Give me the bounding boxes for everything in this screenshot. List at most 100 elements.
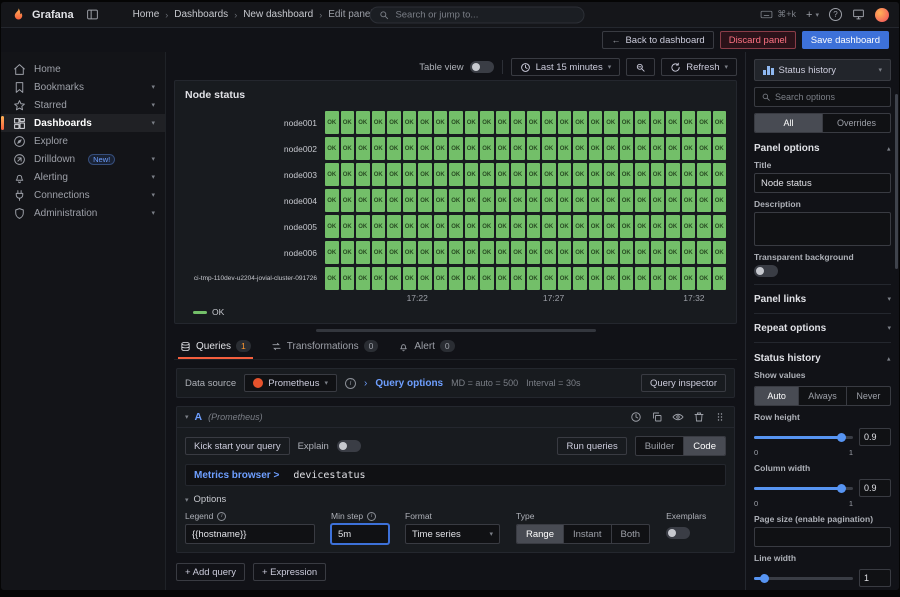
status-cell[interactable]: OK [511, 137, 525, 160]
trash-icon[interactable] [693, 411, 705, 423]
status-cell[interactable]: OK [403, 111, 417, 134]
status-cell[interactable]: OK [387, 189, 401, 212]
status-cell[interactable]: OK [403, 215, 417, 238]
status-cell[interactable]: OK [666, 137, 680, 160]
status-cell[interactable]: OK [527, 241, 541, 264]
refresh-button[interactable]: Refresh ▾ [661, 58, 737, 76]
format-select[interactable]: Time series▾ [405, 524, 500, 544]
status-cell[interactable]: OK [651, 137, 665, 160]
status-cell[interactable]: OK [635, 215, 649, 238]
user-avatar[interactable] [875, 8, 889, 22]
type-instant-button[interactable]: Instant [564, 525, 612, 543]
status-cell[interactable]: OK [387, 241, 401, 264]
status-cell[interactable]: OK [542, 189, 556, 212]
status-cell[interactable]: OK [651, 241, 665, 264]
status-cell[interactable]: OK [496, 111, 510, 134]
status-cell[interactable]: OK [356, 267, 370, 290]
status-cell[interactable]: OK [666, 163, 680, 186]
status-cell[interactable]: OK [666, 267, 680, 290]
status-cell[interactable]: OK [697, 189, 711, 212]
status-cell[interactable]: OK [511, 189, 525, 212]
status-cell[interactable]: OK [449, 163, 463, 186]
status-cell[interactable]: OK [682, 215, 696, 238]
status-cell[interactable]: OK [558, 215, 572, 238]
status-cell[interactable]: OK [573, 163, 587, 186]
datasource-select[interactable]: Prometheus ▾ [244, 374, 337, 392]
status-cell[interactable]: OK [434, 111, 448, 134]
status-cell[interactable]: OK [589, 111, 603, 134]
status-cell[interactable]: OK [325, 189, 339, 212]
legend-label[interactable]: OK [212, 307, 224, 317]
status-cell[interactable]: OK [697, 163, 711, 186]
status-cell[interactable]: OK [325, 111, 339, 134]
status-cell[interactable]: OK [651, 267, 665, 290]
back-to-dashboard-button[interactable]: ←Back to dashboard [602, 31, 713, 49]
status-cell[interactable]: OK [604, 189, 618, 212]
drag-handle-icon[interactable] [714, 411, 726, 423]
status-cell[interactable]: OK [387, 111, 401, 134]
sidebar-item-administration[interactable]: Administration▾ [1, 204, 165, 222]
sidebar-item-connections[interactable]: Connections▾ [1, 186, 165, 204]
status-cell[interactable]: OK [542, 111, 556, 134]
status-cell[interactable]: OK [341, 163, 355, 186]
metrics-browser-link[interactable]: Metrics browser > [194, 470, 279, 481]
min-step-input[interactable]: 5m [331, 524, 389, 544]
exemplars-toggle[interactable] [666, 527, 690, 539]
zoom-out-button[interactable] [626, 58, 655, 76]
status-cell[interactable]: OK [418, 137, 432, 160]
status-cell[interactable]: OK [387, 215, 401, 238]
column-width-slider[interactable]: 0.9 [754, 479, 891, 497]
status-cell[interactable]: OK [418, 267, 432, 290]
status-cell[interactable]: OK [372, 111, 386, 134]
status-cell[interactable]: OK [418, 189, 432, 212]
breadcrumb-item[interactable]: New dashboard [243, 9, 313, 20]
status-cell[interactable]: OK [666, 241, 680, 264]
slider-track[interactable] [754, 436, 853, 439]
status-cell[interactable]: OK [682, 267, 696, 290]
options-collapse[interactable]: ▾ Options [185, 494, 726, 505]
status-cell[interactable]: OK [666, 189, 680, 212]
status-cell[interactable]: OK [480, 111, 494, 134]
code-mode-button[interactable]: Code [684, 437, 725, 455]
tab-all[interactable]: All [755, 114, 823, 132]
status-cell[interactable]: OK [604, 163, 618, 186]
table-view-toggle[interactable] [470, 61, 494, 73]
status-cell[interactable]: OK [542, 267, 556, 290]
status-cell[interactable]: OK [573, 241, 587, 264]
tab-queries[interactable]: Queries 1 [178, 340, 253, 359]
query-expression[interactable]: devicestatus [293, 470, 365, 481]
status-cell[interactable]: OK [511, 267, 525, 290]
status-cell[interactable]: OK [418, 241, 432, 264]
type-range-button[interactable]: Range [517, 525, 564, 543]
status-cell[interactable]: OK [449, 267, 463, 290]
status-cell[interactable]: OK [589, 137, 603, 160]
status-cell[interactable]: OK [682, 137, 696, 160]
status-cell[interactable]: OK [573, 137, 587, 160]
status-cell[interactable]: OK [589, 267, 603, 290]
sidebar-item-starred[interactable]: Starred▾ [1, 96, 165, 114]
status-cell[interactable]: OK [558, 111, 572, 134]
status-cell[interactable]: OK [697, 241, 711, 264]
status-cell[interactable]: OK [666, 215, 680, 238]
status-cell[interactable]: OK [604, 137, 618, 160]
status-cell[interactable]: OK [604, 241, 618, 264]
status-cell[interactable]: OK [620, 163, 634, 186]
status-cell[interactable]: OK [635, 137, 649, 160]
status-cell[interactable]: OK [573, 111, 587, 134]
slider-knob[interactable] [760, 574, 769, 583]
status-cell[interactable]: OK [325, 163, 339, 186]
status-cell[interactable]: OK [449, 137, 463, 160]
status-cell[interactable]: OK [372, 137, 386, 160]
status-cell[interactable]: OK [558, 137, 572, 160]
status-cell[interactable]: OK [573, 267, 587, 290]
status-cell[interactable]: OK [449, 189, 463, 212]
query-inspector-button[interactable]: Query inspector [641, 374, 726, 392]
status-cell[interactable]: OK [465, 189, 479, 212]
section-panel-links[interactable]: Panel links ▾ [754, 289, 891, 309]
tab-alert[interactable]: Alert 0 [396, 340, 456, 359]
status-cell[interactable]: OK [682, 111, 696, 134]
status-cell[interactable]: OK [558, 241, 572, 264]
status-cell[interactable]: OK [480, 267, 494, 290]
status-cell[interactable]: OK [620, 111, 634, 134]
status-cell[interactable]: OK [496, 163, 510, 186]
